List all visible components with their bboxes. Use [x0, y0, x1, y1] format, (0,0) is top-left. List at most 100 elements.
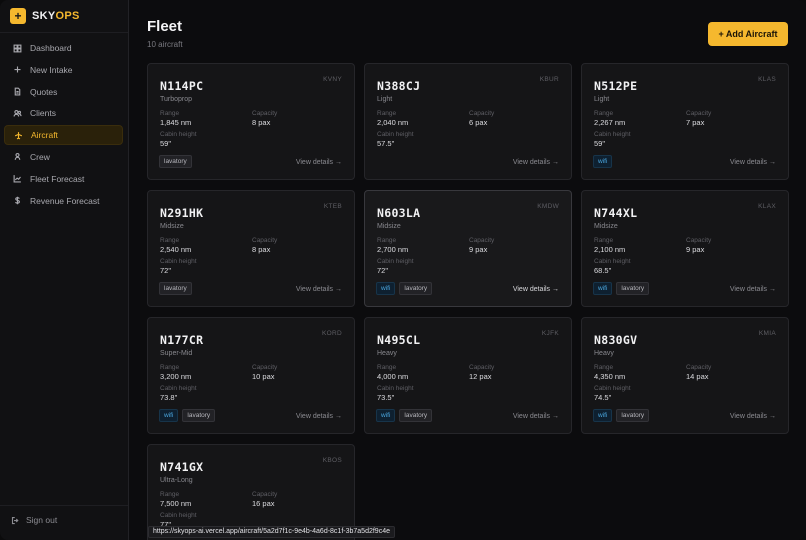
spec-capacity: Capacity 12 pax: [469, 364, 561, 381]
cabin-height-label: Cabin height: [377, 131, 414, 138]
spec-capacity: Capacity 8 pax: [252, 110, 344, 127]
sidebar-item-clients[interactable]: Clients: [4, 103, 123, 123]
sidebar: + SKYOPS Dashboard New Intake Quotes Client…: [0, 0, 129, 540]
sidebar-item-quotes[interactable]: Quotes: [4, 82, 123, 102]
range-value: 2,700 nm: [377, 245, 409, 254]
spec-capacity: Capacity 8 pax: [252, 237, 344, 254]
spec-cabin-height: Cabin height 59": [160, 131, 252, 148]
view-details-link[interactable]: View details →: [513, 286, 559, 293]
aircraft-class: Ultra-Long: [160, 477, 193, 484]
view-details-link[interactable]: View details →: [296, 159, 342, 166]
spec-range: Range 2,100 nm: [594, 237, 686, 254]
spec-cabin-height: Cabin height 73.8": [160, 385, 252, 402]
amenity-tag-lavatory: lavatory: [159, 282, 192, 295]
cabin-height-label: Cabin height: [594, 385, 631, 392]
range-value: 4,350 nm: [594, 372, 626, 381]
view-details-link[interactable]: View details →: [513, 159, 559, 166]
aircraft-card[interactable]: KLAX N744XL Midsize Range 2,100 nm Capacity 9 …: [581, 190, 789, 307]
view-details-link[interactable]: View details →: [730, 413, 776, 420]
view-details-link[interactable]: View details →: [730, 286, 776, 293]
spec-cabin-height: Cabin height 72": [160, 258, 252, 275]
sidebar-item-label: Fleet Forecast: [30, 173, 85, 184]
spec-grid: Range 4,350 nm Capacity 14 pax Cabin height 7…: [594, 364, 776, 402]
amenity-tag-wifi: wifi: [593, 155, 613, 168]
aircraft-card[interactable]: KLAS N512PE Light Range 2,267 nm Capacity 7 pa…: [581, 63, 789, 180]
cabin-height-label: Cabin height: [160, 258, 197, 265]
capacity-value: 9 pax: [469, 245, 488, 254]
capacity-label: Capacity: [469, 110, 495, 117]
spec-grid: Range 4,000 nm Capacity 12 pax Cabin height 7…: [377, 364, 559, 402]
amenity-tag-wifi: wifi: [376, 282, 396, 295]
tail-number: N114PC: [160, 79, 204, 93]
brand-name-part2: OPS: [55, 10, 80, 22]
spec-grid: Range 7,500 nm Capacity 16 pax Cabin height 7…: [160, 491, 342, 529]
aircraft-class: Midsize: [160, 223, 184, 230]
tail-number: N830GV: [594, 333, 638, 347]
range-value: 1,845 nm: [160, 118, 192, 127]
plus-icon: [11, 64, 23, 76]
aircraft-card[interactable]: KBUR N388CJ Light Range 2,040 nm Capacity 6 pa…: [364, 63, 572, 180]
view-details-link[interactable]: View details →: [513, 413, 559, 420]
sign-out-icon: [11, 516, 19, 524]
sidebar-item-label: Clients: [30, 108, 56, 119]
status-url-tooltip: https://skyops-ai.vercel.app/aircraft/5a…: [148, 526, 395, 538]
sidebar-item-fleet-forecast[interactable]: Fleet Forecast: [4, 169, 123, 189]
add-aircraft-button[interactable]: + Add Aircraft: [708, 22, 788, 46]
brand-logo-icon: +: [10, 8, 26, 24]
brand-name: SKYOPS: [32, 10, 80, 22]
amenity-tags: wifi lavatory: [376, 282, 433, 295]
range-label: Range: [594, 110, 614, 117]
spec-capacity: Capacity 9 pax: [469, 237, 561, 254]
spec-grid: Range 2,040 nm Capacity 6 pax Cabin height 57…: [377, 110, 559, 148]
sidebar-item-crew[interactable]: Crew: [4, 147, 123, 167]
range-label: Range: [377, 237, 397, 244]
chart-icon: [11, 173, 23, 185]
sidebar-item-label: Aircraft: [31, 130, 58, 141]
sidebar-item-aircraft[interactable]: Aircraft: [4, 125, 123, 146]
sidebar-item-label: Revenue Forecast: [30, 195, 100, 206]
cabin-height-label: Cabin height: [594, 258, 631, 265]
range-value: 2,540 nm: [160, 245, 192, 254]
aircraft-class: Light: [594, 96, 610, 103]
aircraft-card[interactable]: KJFK N495CL Heavy Range 4,000 nm Capacity 12 p…: [364, 317, 572, 434]
sidebar-item-revenue-forecast[interactable]: Revenue Forecast: [4, 191, 123, 211]
capacity-label: Capacity: [686, 110, 712, 117]
page-title: Fleet: [147, 18, 183, 35]
cabin-height-value: 72": [160, 266, 172, 275]
sidebar-item-label: New Intake: [30, 64, 73, 75]
aircraft-card[interactable]: KMDW N603LA Midsize Range 2,700 nm Capacity 9 …: [364, 190, 572, 307]
aircraft-card[interactable]: KVNY N114PC Turboprop Range 1,845 nm Capacity…: [147, 63, 355, 180]
cabin-height-value: 73.5": [377, 393, 395, 402]
cabin-height-value: 73.8": [160, 393, 178, 402]
spec-range: Range 2,700 nm: [377, 237, 469, 254]
spec-capacity: Capacity 16 pax: [252, 491, 344, 508]
spec-grid: Range 3,200 nm Capacity 10 pax Cabin height 7…: [160, 364, 342, 402]
amenity-tags: lavatory: [159, 282, 192, 295]
spec-cabin-height: Cabin height 57.5": [377, 131, 469, 148]
amenity-tag-lavatory: lavatory: [159, 155, 192, 168]
amenity-tag-lavatory: lavatory: [399, 282, 433, 295]
base-airport: KORD: [322, 330, 342, 337]
aircraft-card[interactable]: KMIA N830GV Heavy Range 4,350 nm Capacity 14 p…: [581, 317, 789, 434]
amenity-tags: lavatory: [159, 155, 192, 168]
spec-capacity: Capacity 7 pax: [686, 110, 778, 127]
sidebar-item-dashboard[interactable]: Dashboard: [4, 38, 123, 58]
view-details-link[interactable]: View details →: [296, 413, 342, 420]
aircraft-card[interactable]: KORD N177CR Super-Mid Range 3,200 nm Capacity…: [147, 317, 355, 434]
spec-range: Range 4,350 nm: [594, 364, 686, 381]
view-details-link[interactable]: View details →: [730, 159, 776, 166]
spec-capacity: Capacity 6 pax: [469, 110, 561, 127]
cabin-height-label: Cabin height: [160, 385, 197, 392]
aircraft-card[interactable]: KTEB N291HK Midsize Range 2,540 nm Capacity 8 …: [147, 190, 355, 307]
sign-out-button[interactable]: Sign out: [11, 515, 57, 525]
cabin-height-label: Cabin height: [377, 385, 414, 392]
capacity-value: 8 pax: [252, 118, 271, 127]
amenity-tags: wifi: [593, 155, 613, 168]
view-details-link[interactable]: View details →: [296, 286, 342, 293]
sidebar-item-new-intake[interactable]: New Intake: [4, 60, 123, 80]
sidebar-nav: Dashboard New Intake Quotes Clients Aircraft…: [4, 38, 123, 212]
aircraft-class: Turboprop: [160, 96, 193, 103]
brand[interactable]: + SKYOPS: [0, 0, 128, 32]
amenity-tag-lavatory: lavatory: [182, 409, 216, 422]
tail-number: N744XL: [594, 206, 638, 220]
